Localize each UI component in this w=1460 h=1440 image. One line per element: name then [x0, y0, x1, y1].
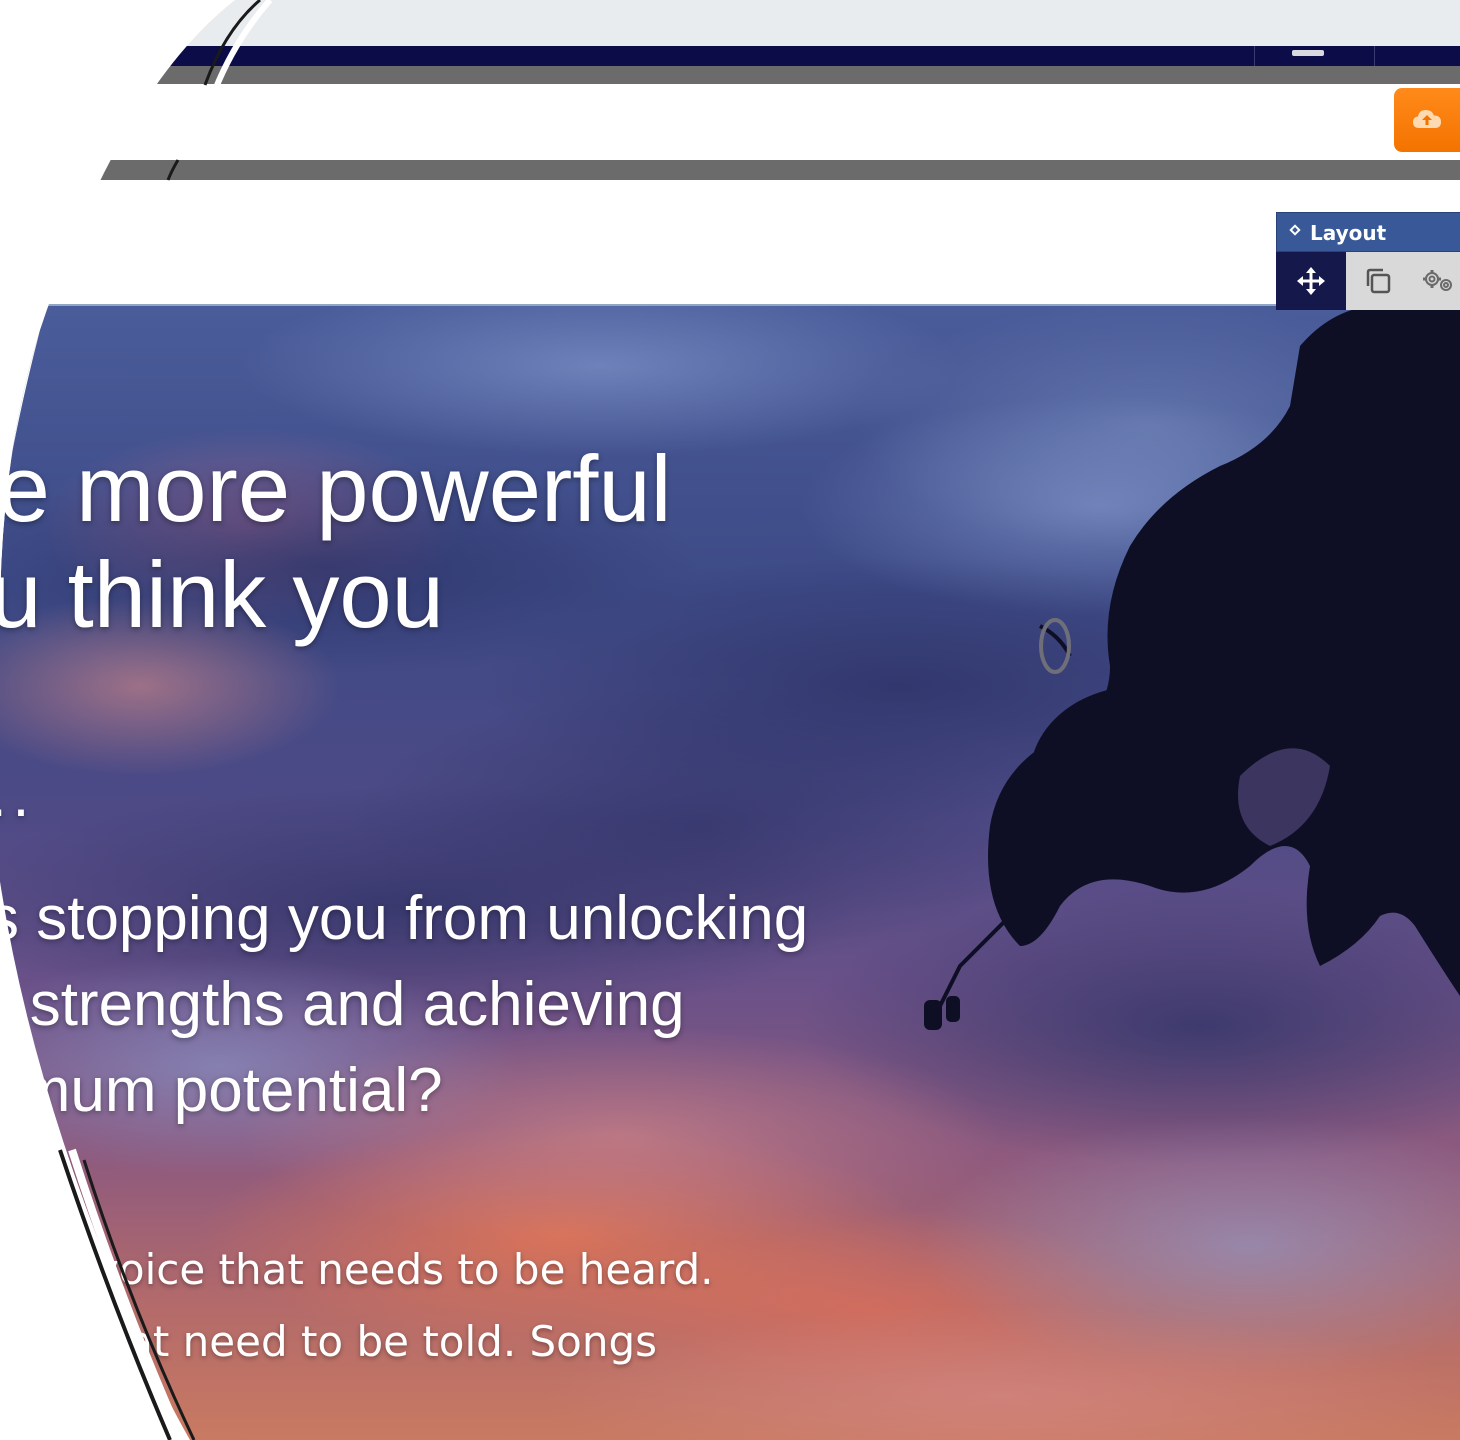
toolbar-border-top [0, 66, 1460, 84]
body-line: ries that need to be told. Songs [0, 1317, 658, 1366]
copy-icon [1366, 268, 1391, 294]
editor-toolbar [0, 84, 1460, 160]
page: are more powerful you think you .. s sto… [0, 0, 1460, 1440]
subheading-line: e strengths and achieving [0, 970, 685, 1039]
headline-ellipsis: .. [0, 762, 36, 829]
body-line: as a voice that needs to be heard. [0, 1245, 714, 1294]
toolbar-border-bottom [0, 160, 1460, 180]
headline-line: are more powerful [0, 436, 672, 541]
subheading-line: ximum potential? [0, 1056, 443, 1125]
move-button[interactable] [1276, 252, 1346, 310]
layout-widget-header[interactable]: Layout [1276, 212, 1460, 252]
headline-line: you think you [0, 542, 444, 647]
layout-tool-row [1276, 252, 1460, 310]
settings-button[interactable] [1410, 252, 1460, 310]
cloud-upload-icon [1413, 110, 1441, 128]
layout-widget-title: Layout [1310, 221, 1387, 245]
settings-icon [1423, 270, 1452, 291]
hero-body-text: as a voice that needs to be heard. ries … [0, 1234, 714, 1440]
hero-headline: are more powerful you think you [0, 436, 960, 648]
nav-divider [1374, 46, 1375, 66]
move-icon [1297, 267, 1325, 295]
hero-subheading: s stopping you from unlocking e strength… [0, 876, 808, 1134]
layout-toolbar-widget: Layout [1276, 212, 1460, 310]
browser-top-area [0, 0, 1460, 48]
body-line: e sung. [0, 1389, 131, 1438]
publish-button[interactable] [1394, 88, 1460, 152]
canvas-header-area [0, 180, 1460, 308]
hero-section[interactable]: are more powerful you think you .. s sto… [0, 306, 1460, 1440]
duplicate-button[interactable] [1346, 252, 1410, 310]
nav-divider [1254, 46, 1255, 66]
subheading-line: s stopping you from unlocking [0, 884, 809, 953]
diamond-icon [1289, 224, 1301, 236]
nav-handle[interactable] [1292, 50, 1324, 56]
editor-nav-bar [0, 46, 1460, 66]
